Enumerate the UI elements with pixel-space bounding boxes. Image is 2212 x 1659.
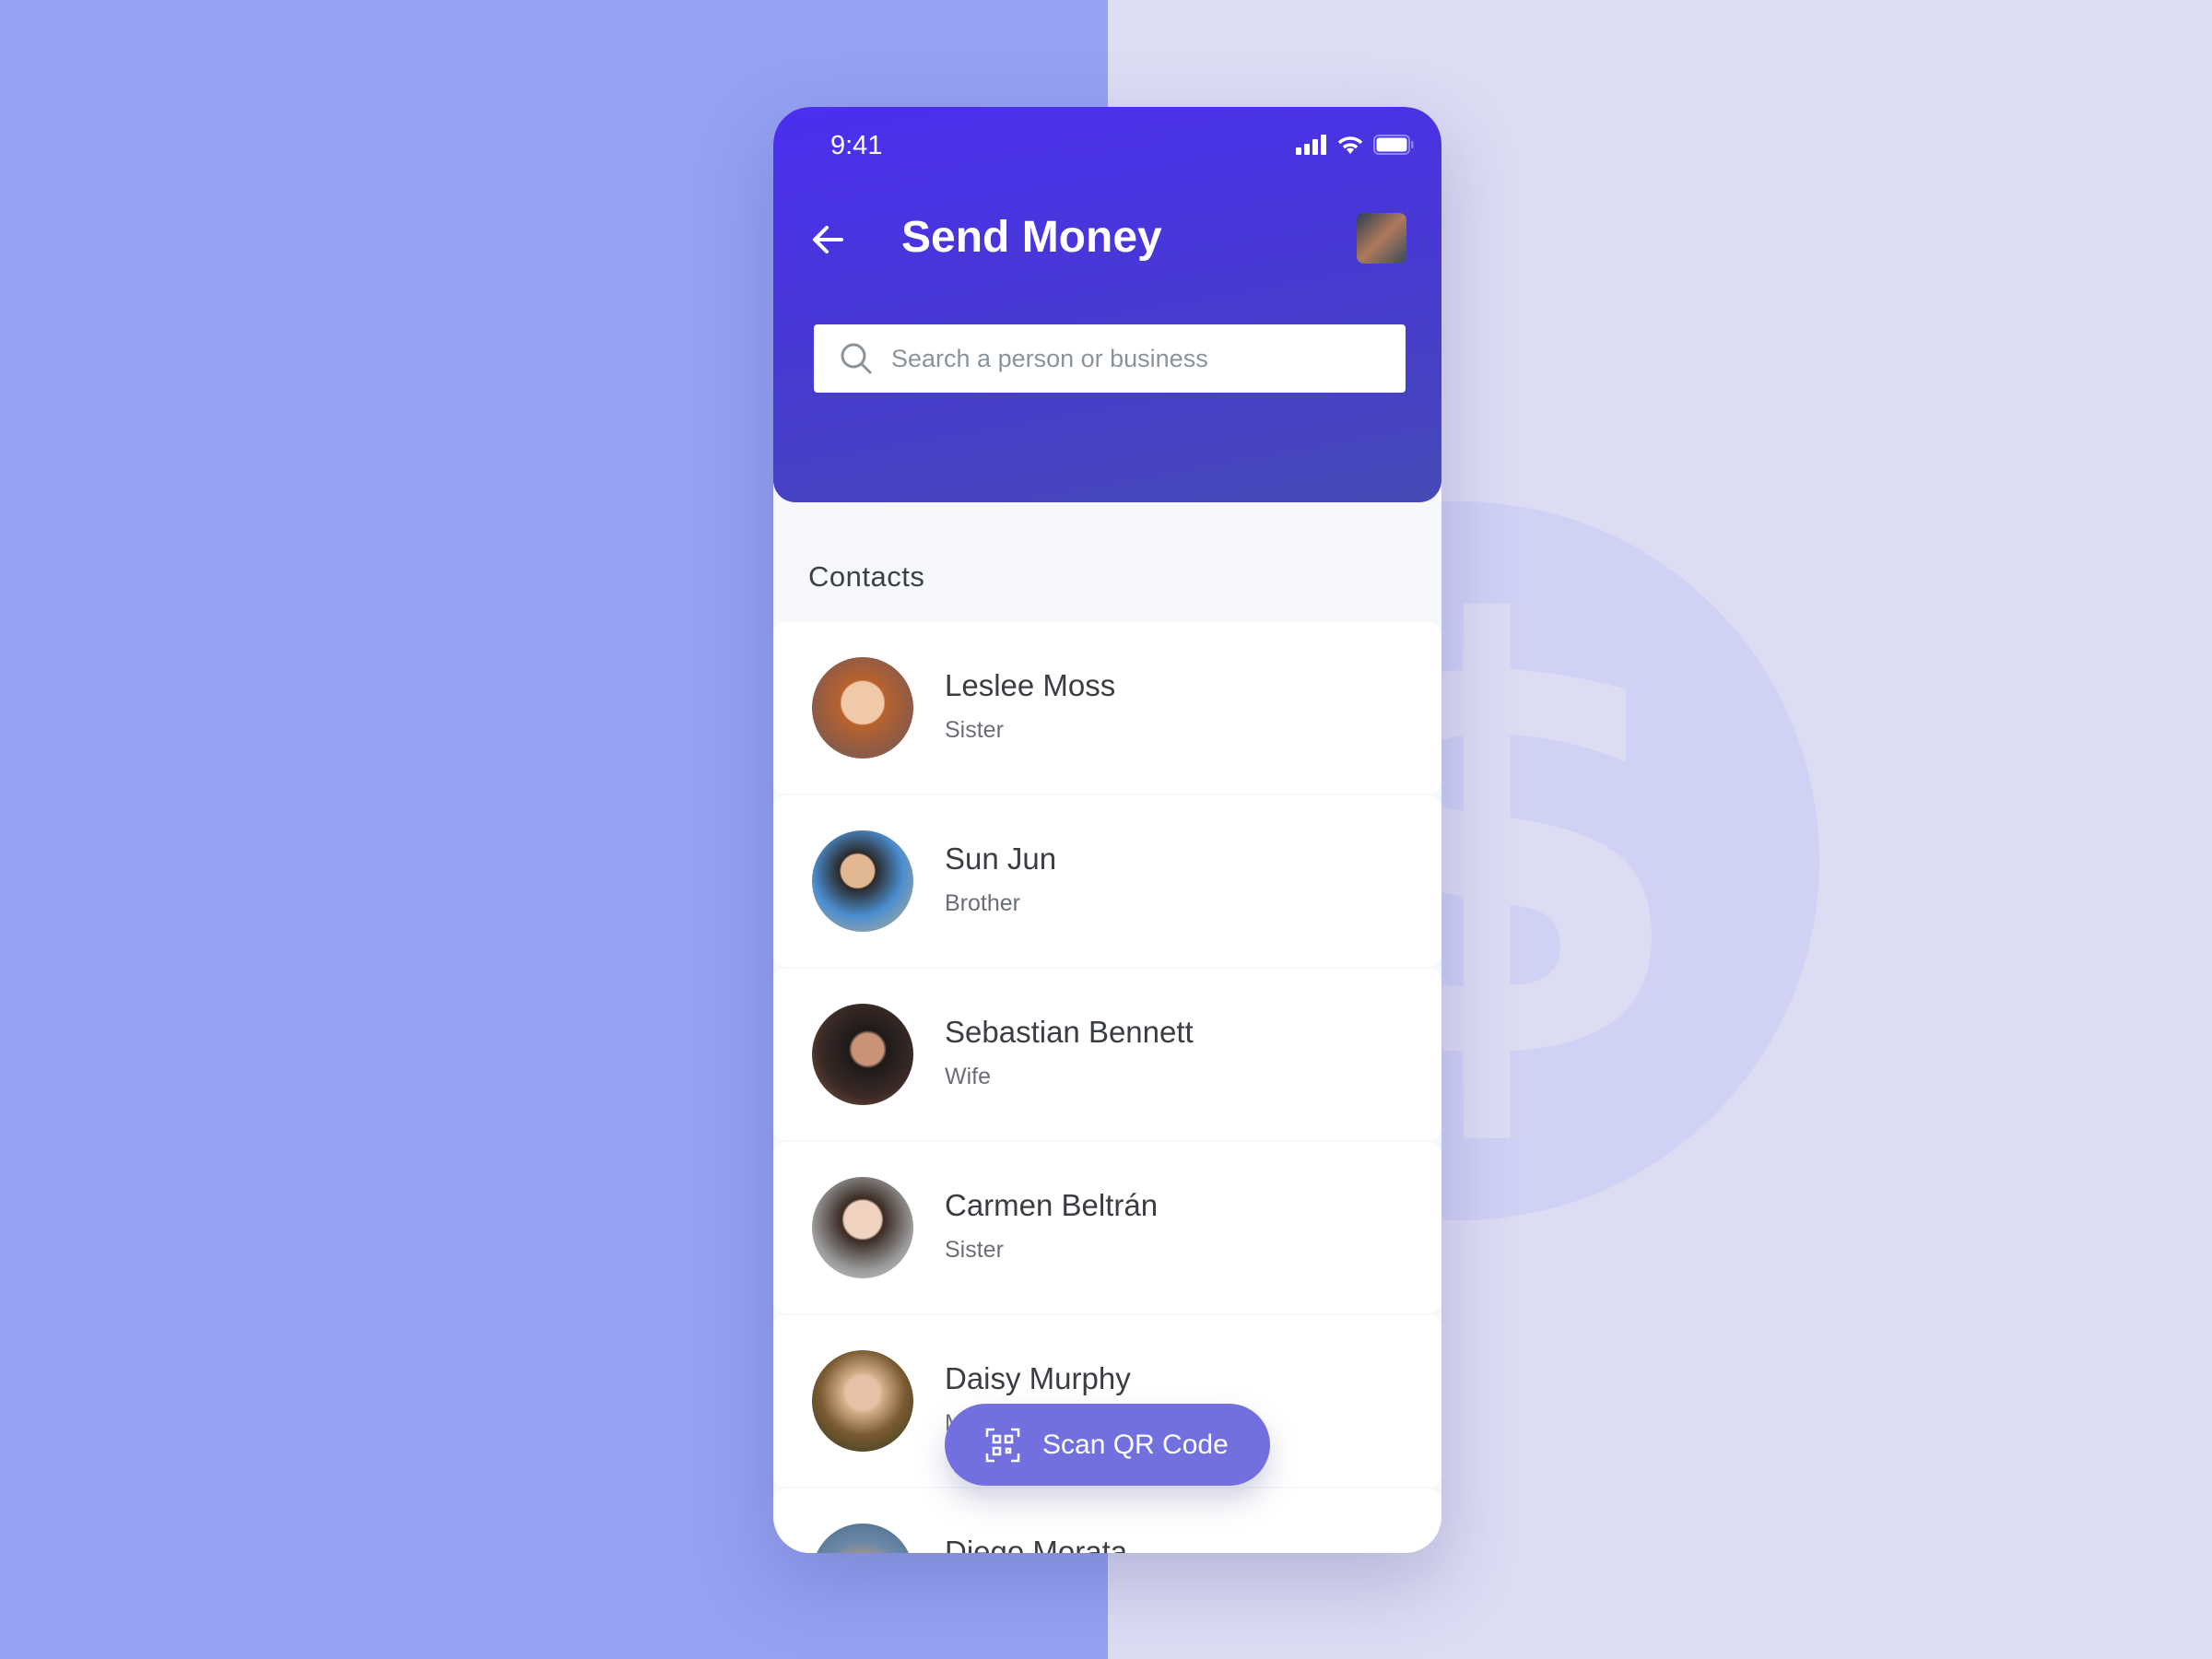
contact-relation: Wife: [945, 1064, 991, 1089]
avatar: [812, 830, 913, 932]
contact-relation: Sister: [945, 717, 1004, 743]
status-time: 9:41: [830, 131, 883, 160]
contact-name: Carmen Beltrán: [945, 1188, 1159, 1222]
header: 9:41 Send Money: [773, 107, 1441, 502]
signal-icon: [1296, 135, 1326, 155]
contact-name: Daisy Murphy: [945, 1361, 1131, 1395]
contacts-heading: Contacts: [808, 560, 925, 593]
contact-name: Sebastian Bennett: [945, 1015, 1194, 1049]
phone-screen: 9:41 Send Money Contacts Leslee Moss Sist…: [773, 107, 1441, 1553]
contact-relation: Brother: [945, 890, 1020, 916]
search-input[interactable]: [891, 344, 1371, 373]
contact-name: Sun Jun: [945, 841, 1057, 876]
back-arrow-icon[interactable]: [810, 219, 856, 260]
status-icons: [1296, 135, 1414, 155]
scan-qr-button[interactable]: Scan QR Code: [945, 1404, 1270, 1486]
search-icon: [841, 343, 872, 374]
wifi-icon: [1337, 136, 1363, 154]
contact-name: Diego Morata: [945, 1535, 1128, 1553]
search-field[interactable]: [814, 324, 1406, 393]
battery-icon: [1373, 135, 1414, 155]
avatar: [812, 1177, 913, 1278]
contact-row[interactable]: Diego Morata: [773, 1488, 1441, 1553]
avatar: [812, 657, 913, 759]
page-title: Send Money: [901, 213, 1162, 262]
avatar: [812, 1004, 913, 1105]
scan-qr-label: Scan QR Code: [1042, 1429, 1229, 1460]
profile-avatar[interactable]: [1357, 213, 1406, 264]
contact-row[interactable]: Sun Jun Brother: [773, 795, 1441, 967]
contact-row[interactable]: Carmen Beltrán Sister: [773, 1142, 1441, 1313]
avatar: [812, 1524, 913, 1553]
contact-row[interactable]: Sebastian Bennett Wife: [773, 969, 1441, 1140]
contact-name: Leslee Moss: [945, 668, 1116, 702]
avatar: [812, 1350, 913, 1452]
contact-row[interactable]: Leslee Moss Sister: [773, 622, 1441, 794]
contact-relation: Sister: [945, 1237, 1004, 1263]
qr-scan-icon: [985, 1428, 1020, 1462]
